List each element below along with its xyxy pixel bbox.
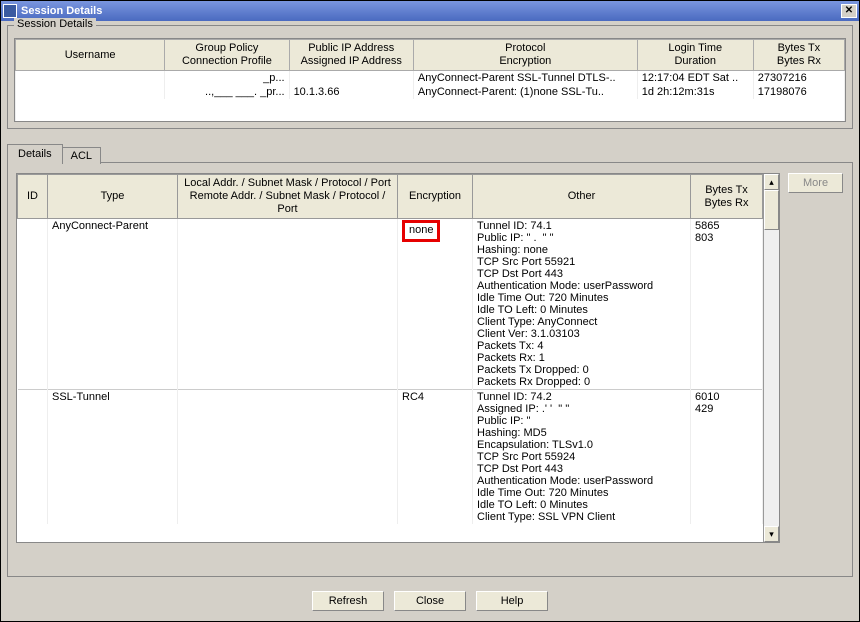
tab-body: ID Type Local Addr. / Subnet Mask / Prot… — [7, 162, 853, 577]
bottom-bar: Refresh Close Help — [1, 583, 859, 621]
details-table-wrap: ID Type Local Addr. / Subnet Mask / Prot… — [16, 173, 780, 543]
tab-details[interactable]: Details — [7, 144, 63, 163]
col-encryption[interactable]: Encryption — [398, 175, 473, 219]
col-id[interactable]: ID — [18, 175, 48, 219]
table-row[interactable]: ..,___ ___. _pr... 10.1.3.66 AnyConnect-… — [16, 85, 845, 99]
app-icon — [3, 4, 17, 18]
titlebar: Session Details ✕ — [1, 1, 859, 21]
summary-table-wrap: Username Group PolicyConnection Profile … — [14, 38, 846, 122]
vertical-scrollbar[interactable]: ▴ ▾ — [763, 174, 779, 542]
summary-table: Username Group PolicyConnection Profile … — [15, 39, 845, 121]
encryption-highlight: none — [402, 220, 440, 242]
tab-acl[interactable]: ACL — [62, 147, 101, 164]
help-button[interactable]: Help — [476, 591, 548, 611]
more-button[interactable]: More — [788, 173, 843, 193]
groupbox-label: Session Details — [14, 18, 96, 30]
col-addr[interactable]: Local Addr. / Subnet Mask / Protocol / P… — [178, 175, 398, 219]
refresh-button[interactable]: Refresh — [312, 591, 384, 611]
col-other[interactable]: Other — [473, 175, 691, 219]
table-row[interactable]: AnyConnect-ParentnoneTunnel ID: 74.1 Pub… — [18, 219, 763, 390]
close-button[interactable]: Close — [394, 591, 466, 611]
tab-bar: Details ACL — [7, 143, 853, 162]
col-type[interactable]: Type — [48, 175, 178, 219]
session-summary-group: Session Details Username Group PolicyCon… — [7, 25, 853, 129]
scroll-track[interactable] — [764, 230, 779, 526]
col-login-time[interactable]: Login TimeDuration — [637, 40, 753, 71]
details-table: ID Type Local Addr. / Subnet Mask / Prot… — [17, 174, 763, 524]
col-detail-bytes[interactable]: Bytes TxBytes Rx — [691, 175, 763, 219]
window-title: Session Details — [21, 5, 102, 17]
col-group-policy[interactable]: Group PolicyConnection Profile — [165, 40, 289, 71]
col-protocol[interactable]: ProtocolEncryption — [413, 40, 637, 71]
right-panel: More — [788, 173, 844, 568]
scroll-thumb[interactable] — [764, 190, 779, 230]
col-username[interactable]: Username — [16, 40, 165, 71]
scroll-up-icon[interactable]: ▴ — [764, 174, 779, 190]
session-details-window: Session Details ✕ Session Details Userna… — [0, 0, 860, 622]
close-icon[interactable]: ✕ — [841, 4, 857, 18]
table-row[interactable]: SSL-TunnelRC4Tunnel ID: 74.2 Assigned IP… — [18, 390, 763, 525]
col-public-ip[interactable]: Public IP AddressAssigned IP Address — [289, 40, 413, 71]
table-row[interactable]: _p... AnyConnect-Parent SSL-Tunnel DTLS-… — [16, 71, 845, 86]
scroll-down-icon[interactable]: ▾ — [764, 526, 779, 542]
col-bytes[interactable]: Bytes TxBytes Rx — [753, 40, 844, 71]
